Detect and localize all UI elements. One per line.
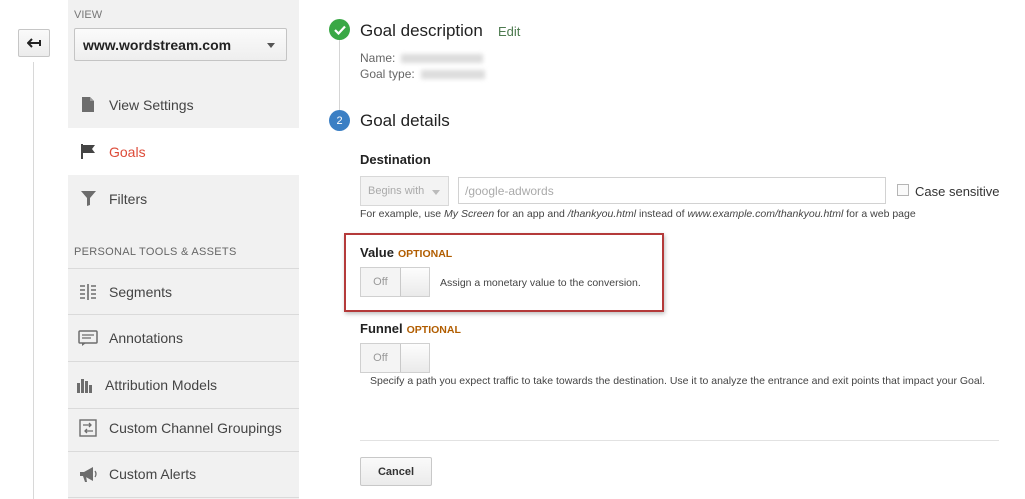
goal-setup-panel: Goal description Edit Name: Goal type: 2… bbox=[300, 0, 1025, 499]
sidebar-item-custom-alerts[interactable]: Custom Alerts bbox=[68, 451, 299, 498]
sidebar-item-custom-channel-groupings[interactable]: Custom Channel Groupings bbox=[68, 405, 299, 452]
funnel-toggle[interactable]: Off bbox=[360, 343, 430, 373]
toggle-state-label: Off bbox=[373, 352, 388, 364]
annotation-icon bbox=[68, 329, 108, 347]
sidebar-item-label: Attribution Models bbox=[105, 377, 218, 393]
hint-text: for an app and bbox=[494, 208, 568, 220]
destination-heading: Destination bbox=[360, 152, 431, 167]
gutter-divider bbox=[33, 62, 34, 499]
edit-goal-description-link[interactable]: Edit bbox=[498, 24, 520, 39]
back-button[interactable] bbox=[18, 29, 50, 57]
value-title: Value bbox=[360, 245, 394, 260]
match-type-value: Begins with bbox=[368, 185, 425, 197]
destination-hint: For example, use My Screen for an app an… bbox=[360, 208, 916, 220]
goal-type-label: Goal type: bbox=[360, 67, 415, 81]
flag-icon bbox=[68, 143, 108, 160]
checkmark-icon bbox=[329, 19, 350, 40]
goal-name-label: Name: bbox=[360, 51, 396, 65]
goal-type-row: Goal type: bbox=[360, 67, 485, 81]
optional-label: OPTIONAL bbox=[397, 248, 453, 260]
redacted-goal-type bbox=[420, 70, 485, 80]
sidebar-item-label: Custom Channel Groupings bbox=[109, 420, 282, 436]
funnel-icon bbox=[68, 190, 108, 207]
sidebar-item-label: Annotations bbox=[109, 330, 183, 346]
chevron-down-icon bbox=[432, 190, 440, 195]
funnel-heading: Funnel OPTIONAL bbox=[360, 321, 461, 336]
divider bbox=[360, 440, 999, 441]
goal-description-heading: Goal description bbox=[360, 21, 483, 40]
destination-input[interactable] bbox=[458, 177, 886, 204]
sidebar-item-label: Goals bbox=[109, 143, 146, 160]
redacted-goal-name bbox=[401, 54, 484, 64]
toggle-knob bbox=[399, 344, 429, 372]
optional-label: OPTIONAL bbox=[406, 324, 461, 336]
back-arrow-icon bbox=[27, 38, 41, 48]
megaphone-icon bbox=[68, 466, 108, 483]
goal-details-heading: Goal details bbox=[360, 111, 450, 130]
cancel-button[interactable]: Cancel bbox=[360, 457, 432, 486]
hint-example-app: My Screen bbox=[444, 208, 495, 220]
sidebar-item-attribution-models[interactable]: Attribution Models bbox=[68, 362, 299, 409]
sidebar-item-annotations[interactable]: Annotations bbox=[68, 315, 299, 362]
chevron-down-icon bbox=[267, 43, 275, 48]
view-selected-value: www.wordstream.com bbox=[83, 36, 232, 53]
case-sensitive-label: Case sensitive bbox=[915, 184, 1000, 199]
admin-sidebar: VIEW www.wordstream.com View Settings Go… bbox=[68, 0, 299, 499]
sidebar-item-label: Custom Alerts bbox=[109, 466, 197, 482]
left-gutter bbox=[0, 0, 68, 499]
sidebar-item-label: View Settings bbox=[109, 96, 194, 113]
value-description: Assign a monetary value to the conversio… bbox=[440, 277, 641, 289]
sidebar-item-goals[interactable]: Goals bbox=[68, 128, 299, 175]
case-sensitive-checkbox[interactable] bbox=[897, 184, 909, 196]
bar-chart-icon bbox=[68, 377, 104, 393]
hint-text: instead of bbox=[636, 208, 688, 220]
step-number-badge: 2 bbox=[329, 110, 350, 131]
sidebar-item-label: Filters bbox=[109, 190, 148, 207]
toggle-state-label: Off bbox=[373, 276, 388, 288]
sidebar-item-segments[interactable]: Segments bbox=[68, 268, 299, 315]
channel-grouping-icon bbox=[68, 419, 108, 437]
hint-example-url: www.example.com/thankyou.html bbox=[687, 208, 844, 220]
sidebar-item-filters[interactable]: Filters bbox=[68, 175, 299, 222]
sidebar-item-view-settings[interactable]: View Settings bbox=[68, 81, 299, 128]
value-heading: Value OPTIONAL bbox=[360, 245, 452, 260]
hint-example-path: /thankyou.html bbox=[567, 208, 637, 220]
toggle-knob bbox=[399, 268, 429, 296]
match-type-select[interactable]: Begins with bbox=[360, 176, 449, 206]
hint-text: For example, use bbox=[360, 208, 445, 220]
value-toggle[interactable]: Off bbox=[360, 267, 430, 297]
view-selector[interactable]: www.wordstream.com bbox=[74, 28, 287, 61]
document-icon bbox=[68, 96, 108, 113]
section-title-personal-tools: PERSONAL TOOLS & ASSETS bbox=[74, 246, 237, 258]
funnel-title: Funnel bbox=[360, 321, 403, 336]
goal-name-row: Name: bbox=[360, 51, 484, 65]
hint-text: for a web page bbox=[843, 208, 916, 220]
segments-icon bbox=[68, 283, 108, 300]
view-label: VIEW bbox=[74, 9, 103, 21]
funnel-description: Specify a path you expect traffic to tak… bbox=[370, 375, 985, 387]
sidebar-item-label: Segments bbox=[109, 283, 173, 300]
